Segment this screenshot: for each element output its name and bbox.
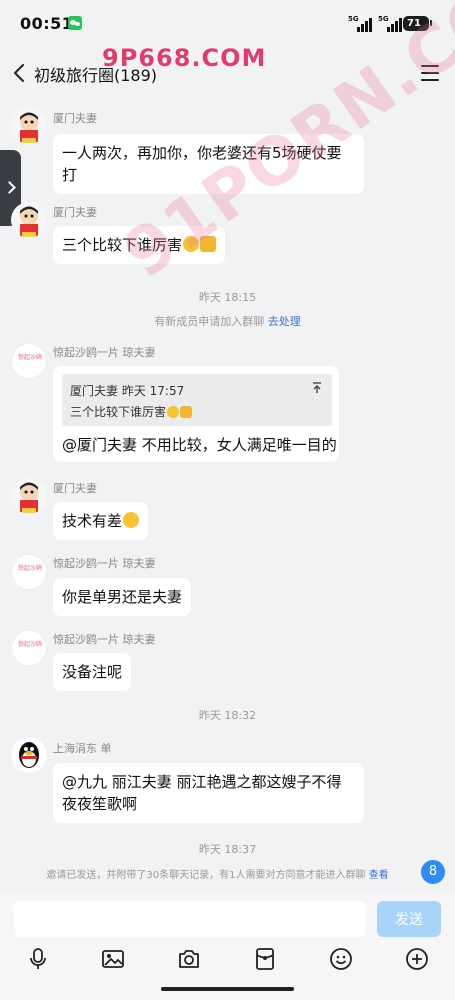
time-separator: 昨天 18:32 — [198, 709, 257, 722]
group-title: 初级旅行圈(189) — [34, 66, 158, 85]
chat-header: 初级旅行圈(189) — [0, 48, 455, 98]
grin-emoji-icon — [200, 236, 217, 252]
emoji-icon[interactable] — [329, 947, 353, 971]
status-bar: 00:51 5G 5G 71 — [0, 0, 455, 48]
message-sender: 厦门夫妻 — [53, 112, 97, 125]
avatar-jingqi-label: 惊起沙鸥 — [17, 641, 42, 648]
message-sender: 惊起沙鸥一片 琼夫妻 — [53, 633, 156, 646]
system-note-text: 有新成员申请加入群聊 — [154, 315, 265, 328]
grin-emoji-icon — [180, 406, 193, 418]
menu-icon[interactable] — [421, 65, 439, 81]
message-sender: 厦门夫妻 — [53, 482, 97, 495]
image-icon[interactable] — [101, 947, 125, 971]
message-text: 三个比较下谁厉害 — [62, 236, 183, 254]
back-arrow-icon[interactable] — [12, 63, 28, 83]
plus-icon[interactable] — [405, 947, 429, 971]
surprised-emoji-icon — [183, 236, 200, 252]
quote-text-body: 三个比较下谁厉害 — [70, 405, 167, 419]
message-bubble[interactable]: 一人两次，再加你，你老婆还有5场硬仗要打 — [53, 134, 364, 194]
quoted-message[interactable]: 厦门夫妻 昨天 17:57 三个比较下谁厉害 — [62, 374, 332, 426]
avatar-jingqi-label: 惊起沙鸥 — [17, 354, 42, 361]
avatar-xiamen[interactable] — [11, 108, 47, 144]
red-packet-icon[interactable] — [253, 947, 277, 971]
message-bubble[interactable]: @九九 丽江夫妻 丽江艳遇之都这嫂子不得夜夜笙歌啊 — [53, 763, 364, 823]
avatar-jingqi[interactable]: 惊起沙鸥 — [11, 630, 47, 666]
wechat-notification-icon — [68, 16, 82, 30]
message-input[interactable] — [14, 901, 366, 937]
camera-icon[interactable] — [177, 947, 201, 971]
home-indicator — [161, 987, 294, 991]
jump-to-quote-icon[interactable] — [312, 382, 322, 394]
message-bubble[interactable]: 技术有差 — [53, 502, 149, 540]
signal-icon-1: 5G — [348, 15, 374, 32]
message-bubble[interactable]: 没备注呢 — [53, 653, 132, 691]
avatar-jingqi[interactable]: 惊起沙鸥 — [11, 554, 47, 590]
system-note-invite: 邀请已发送，并附带了30条聊天记录，有1人需要对方同意才能进入群聊 查看 — [0, 866, 455, 881]
signal-icon-2: 5G — [378, 15, 404, 32]
quote-header: 厦门夫妻 昨天 17:57 — [70, 384, 185, 398]
message-sender: 惊起沙鸥一片 琼夫妻 — [53, 346, 156, 359]
send-button[interactable]: 发送 — [377, 901, 441, 937]
signal-label-2: 5G — [378, 15, 389, 23]
message-bubble[interactable]: 三个比较下谁厉害 — [53, 226, 226, 264]
battery-indicator: 71 — [403, 16, 432, 31]
message-sender: 惊起沙鸥一片 琼夫妻 — [53, 557, 156, 570]
unread-count-badge[interactable]: 8 — [421, 860, 445, 884]
view-link[interactable]: 查看 — [369, 870, 389, 881]
microphone-icon[interactable] — [26, 947, 50, 971]
avatar-jingqi[interactable]: 惊起沙鸥 — [11, 343, 47, 379]
avatar-qq-penguin[interactable] — [11, 737, 47, 773]
avatar-jingqi-label: 惊起沙鸥 — [17, 565, 42, 572]
signal-label-1: 5G — [348, 15, 359, 23]
message-text: @厦门夫妻 不用比较，女人满足唯一目的 — [62, 436, 337, 454]
avatar-xiamen[interactable] — [11, 478, 47, 514]
system-note-text: 邀请已发送，并附带了30条聊天记录，有1人需要对方同意才能进入群聊 — [46, 870, 366, 881]
time-separator: 昨天 18:15 — [198, 291, 257, 304]
status-time: 00:51 — [20, 14, 74, 33]
input-area: 发送 — [0, 893, 455, 1000]
time-separator: 昨天 18:37 — [198, 843, 257, 856]
quote-text: 三个比较下谁厉害 — [70, 403, 193, 420]
message-bubble[interactable]: 你是单男还是夫妻 — [53, 578, 192, 616]
message-text: 技术有差 — [62, 512, 123, 530]
avatar-xiamen[interactable] — [11, 202, 47, 238]
surprised-emoji-icon — [167, 406, 180, 418]
handle-request-link[interactable]: 去处理 — [268, 315, 301, 328]
message-sender: 上海涓东 单 — [53, 742, 112, 755]
system-note-join-request: 有新成员申请加入群聊 去处理 — [0, 313, 455, 329]
message-sender: 厦门夫妻 — [53, 206, 97, 219]
surprised-emoji-icon — [123, 512, 140, 528]
